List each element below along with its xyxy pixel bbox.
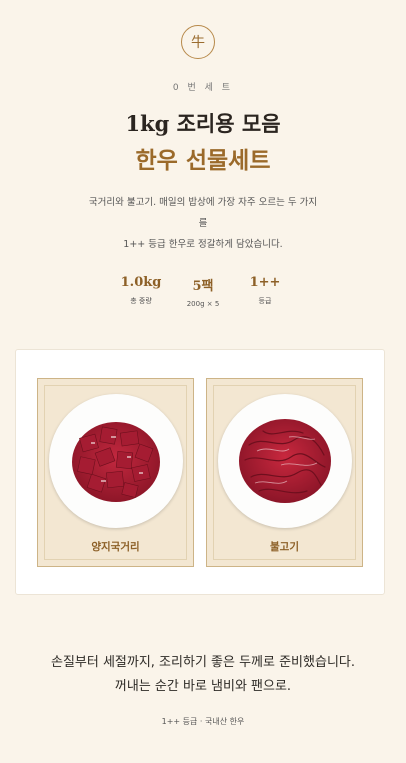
closing-line: 손질부터 세절까지, 조리하기 좋은 두께로 준비했습니다. <box>50 655 355 670</box>
plate <box>218 394 352 528</box>
set-label: 0 번 세 트 <box>172 83 234 93</box>
stats-row: 1.0kg 총 중량 5팩 200g × 5 1++ 등급 <box>0 275 406 308</box>
product-tile-bulgogi[interactable]: 불고기 <box>206 378 363 567</box>
stat-caption: 등급 <box>258 297 272 305</box>
page-subtitle: 한우 선물세트 <box>135 147 271 174</box>
description: 국거리와 불고기. 매일의 밥상에 가장 자주 오르는 두 가지 를 1++ 등… <box>70 192 336 255</box>
stat-packs: 5팩 200g × 5 <box>172 275 234 308</box>
stat-caption: 총 중량 <box>130 297 152 305</box>
closing-message: 손질부터 세절까지, 조리하기 좋은 두께로 준비했습니다. 꺼내는 순간 바로… <box>0 651 406 699</box>
product-label: 불고기 <box>270 541 299 553</box>
description-line: 국거리와 불고기. 매일의 밥상에 가장 자주 오르는 두 가지 <box>88 197 318 208</box>
ox-seal-icon: 牛 <box>181 25 215 59</box>
stat-weight: 1.0kg 총 중량 <box>110 275 172 308</box>
sliced-beef-image <box>239 419 331 503</box>
page-title: 1kg 조리용 모음 <box>125 111 281 136</box>
stat-caption: 200g × 5 <box>186 300 220 308</box>
plate <box>49 394 183 528</box>
stat-grade: 1++ 등급 <box>234 275 296 308</box>
product-tile-yangji[interactable]: 양지국거리 <box>37 378 194 567</box>
description-line: 를 <box>198 218 208 229</box>
footnote: 1++ 등급 · 국내산 한우 <box>161 717 245 726</box>
closing-line: 꺼내는 순간 바로 냄비와 팬으로. <box>114 679 292 694</box>
stat-value: 1++ <box>249 275 281 290</box>
beef-cubes-image <box>72 422 160 502</box>
stat-value: 5팩 <box>192 279 214 294</box>
stat-value: 1.0kg <box>120 275 162 290</box>
product-card: 양지국거리 불고기 <box>15 349 385 595</box>
seal-char: 牛 <box>191 35 205 51</box>
product-label: 양지국거리 <box>91 541 140 553</box>
description-line: 1++ 등급 한우로 정갈하게 담았습니다. <box>123 239 283 250</box>
